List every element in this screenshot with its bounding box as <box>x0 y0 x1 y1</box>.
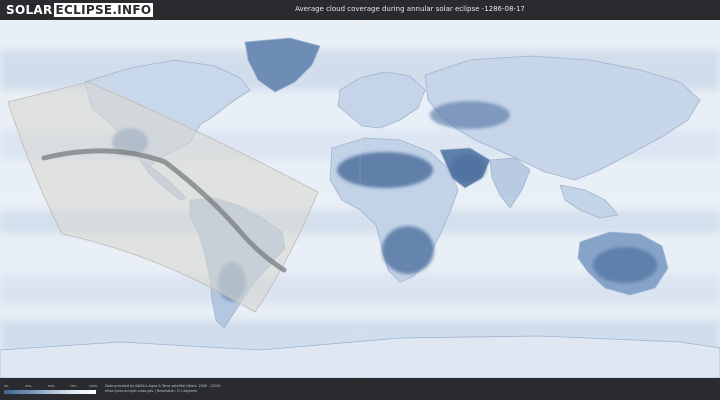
page-title: Average cloud coverage during annular so… <box>295 5 525 13</box>
cloud-scale-labels: 0% 25% 50% 75% 100% <box>4 384 98 388</box>
cloud-coverage-map <box>0 20 720 378</box>
southern-africa-clear-sky <box>382 226 434 274</box>
central-asia-clear-sky <box>430 101 510 129</box>
scale-label-75: 75% <box>70 384 77 388</box>
credit-line-2[interactable]: https://neo.sci.gsfc.nasa.gov | Resoluti… <box>105 389 220 394</box>
map-canvas <box>0 20 720 378</box>
scale-label-0: 0% <box>4 384 9 388</box>
scale-label-25: 25% <box>25 384 32 388</box>
arabia-clear-sky <box>450 154 486 182</box>
scale-label-100: 100% <box>89 384 98 388</box>
australia-clear-sky <box>593 247 657 283</box>
sahara-clear-sky <box>337 152 433 188</box>
scale-label-50: 50% <box>48 384 55 388</box>
header-bar: SOLAR ECLIPSE.INFO Average cloud coverag… <box>0 0 720 20</box>
logo-eclipse-info: ECLIPSE.INFO <box>53 3 154 17</box>
footer-bar: 0% 25% 50% 75% 100% Data provided by NAS… <box>0 378 720 400</box>
logo-solar: SOLAR <box>6 3 53 17</box>
data-credits: Data provided by NASA's Aqua & Terra sat… <box>105 384 220 394</box>
cloud-coverage-color-scale <box>4 390 96 394</box>
site-logo[interactable]: SOLAR ECLIPSE.INFO <box>6 3 154 17</box>
